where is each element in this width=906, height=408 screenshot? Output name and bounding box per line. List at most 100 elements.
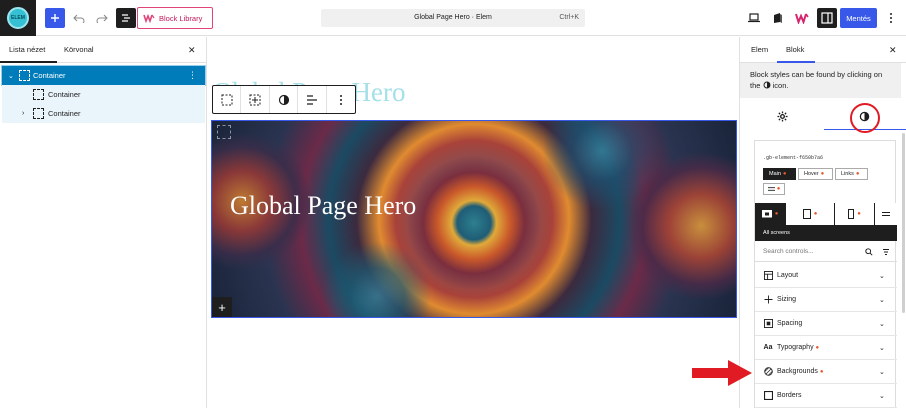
list-view-button[interactable] [116,8,136,28]
mandala-pattern [322,241,432,317]
inner-container-icon [217,125,231,139]
undo-button[interactable] [69,8,89,28]
section-layout[interactable]: Layout ⌄ [755,264,897,288]
section-label: Layout [777,272,799,279]
typography-icon: Aa [763,344,773,351]
backgrounds-icon [763,367,773,377]
sidebar-tabs: Elem Blokk ✕ [740,37,906,63]
section-backgrounds[interactable]: Backgrounds ● ⌄ [755,360,897,384]
section-label: Sizing [777,296,797,303]
state-label: Links [841,171,854,177]
tab-elem[interactable]: Elem [751,45,768,54]
settings-sidebar: Elem Blokk ✕ Block styles can be found b… [739,37,906,408]
section-label: Backgrounds ● [777,368,824,375]
sidebar-scrollbar[interactable] [902,133,905,313]
close-icon[interactable]: ✕ [889,45,897,56]
filter-icon[interactable] [882,248,890,256]
undo-icon [73,14,85,23]
chevron-down-icon[interactable]: ⌄ [8,72,14,80]
device-desktop-button[interactable]: ● [755,203,785,225]
command-shortcut: Ctrl+K [559,14,579,21]
section-typography[interactable]: Aa Typography ● ⌄ [755,336,897,360]
chevron-down-icon: ⌄ [879,296,885,304]
woo-button[interactable] [794,10,810,26]
device-label: All screens [763,230,790,236]
tab-block[interactable]: Blokk [786,45,804,54]
state-label: Hover [804,171,819,177]
modified-dot-icon: ● [857,211,861,217]
state-links-button[interactable]: Links ● [835,168,868,180]
close-icon[interactable]: ✕ [188,45,196,56]
site-logo[interactable]: ELEM [0,0,36,36]
redo-button[interactable] [92,8,112,28]
redo-icon [96,14,108,23]
publish-icon [774,13,782,23]
tab-outline[interactable]: Körvonal [64,45,94,54]
container-block-icon [33,108,44,119]
tab-block-settings[interactable] [742,102,822,130]
woo-icon [143,13,155,23]
modified-dot-icon: ● [819,369,824,375]
block-options-button[interactable] [327,86,355,113]
publish-button[interactable] [770,10,786,26]
section-spacing[interactable]: Spacing ⌄ [755,312,897,336]
section-borders[interactable]: Borders ⌄ [755,384,897,408]
search-icon[interactable] [865,248,873,256]
hero-container-block[interactable]: Global Page Hero + [211,120,737,318]
list-item-container-child[interactable]: Container [2,85,205,104]
desktop-icon [761,209,772,217]
tab-list-view[interactable]: Lista nézet [9,45,45,54]
styles-button[interactable] [270,86,299,113]
block-library-button[interactable]: Block Library [137,7,213,29]
css-selector: .gb-element-f650b7a6 [763,155,824,161]
list-view-panel: Lista nézet Körvonal ✕ ⌄ Container ⋮ Con… [0,37,207,408]
arrow-annotation-icon [692,360,752,386]
state-main-button[interactable]: Main ● [763,168,796,180]
list-item-container-child[interactable]: › Container [2,104,205,123]
device-selector: ● ● ● All screens [755,203,897,241]
chevron-down-icon: ⌄ [879,368,885,376]
chevron-down-icon: ⌄ [879,272,885,280]
container-block-icon [19,70,30,81]
laptop-icon [748,13,760,23]
command-palette-bar[interactable]: Global Page Hero · Elem Ctrl+K [321,9,585,27]
device-options-button[interactable] [875,203,897,225]
container-expand-icon [249,94,261,105]
more-options-button[interactable] [885,10,897,26]
active-tab-indicator [0,61,57,63]
device-mobile-button[interactable]: ● [835,203,874,225]
preview-button[interactable] [746,10,762,26]
section-label: Typography ● [777,344,820,351]
list-view-icon [122,14,130,22]
transform-block-button[interactable] [241,86,270,113]
chevron-down-icon: ⌄ [879,392,885,400]
notice-text: Block styles can be found by clicking on [750,70,883,79]
select-parent-button[interactable] [213,86,242,113]
section-sizing[interactable]: Sizing ⌄ [755,288,897,312]
modified-dot-icon: ● [776,186,781,192]
sidebar-toggle-icon [821,12,833,24]
add-block-button[interactable] [45,8,65,28]
add-block-inline-button[interactable]: + [212,297,232,317]
chevron-right-icon[interactable]: › [22,110,24,117]
editor-canvas[interactable]: Global Page Hero Global Page [208,37,738,408]
more-states-button[interactable]: ● [763,183,785,195]
align-button[interactable] [298,86,327,113]
settings-sidebar-toggle[interactable] [817,8,837,28]
search-controls-input[interactable] [763,248,863,255]
list-view-tabs: Lista nézet Körvonal ✕ [0,37,207,63]
state-hover-button[interactable]: Hover ● [798,168,833,180]
mobile-icon [848,209,855,219]
state-label: Main [769,171,781,177]
kebab-icon[interactable]: ⋮ [188,70,197,81]
modified-dot-icon: ● [782,171,787,177]
notice-text: the [750,81,761,90]
device-tablet-button[interactable]: ● [786,203,834,225]
hero-heading[interactable]: Global Page Hero [230,191,416,221]
contrast-icon [763,81,770,89]
list-item-container-parent[interactable]: ⌄ Container ⋮ [1,65,206,86]
modified-dot-icon: ● [820,171,825,177]
save-button[interactable]: Mentés [840,8,877,28]
list-item-label: Container [48,109,81,118]
borders-icon [763,391,773,401]
